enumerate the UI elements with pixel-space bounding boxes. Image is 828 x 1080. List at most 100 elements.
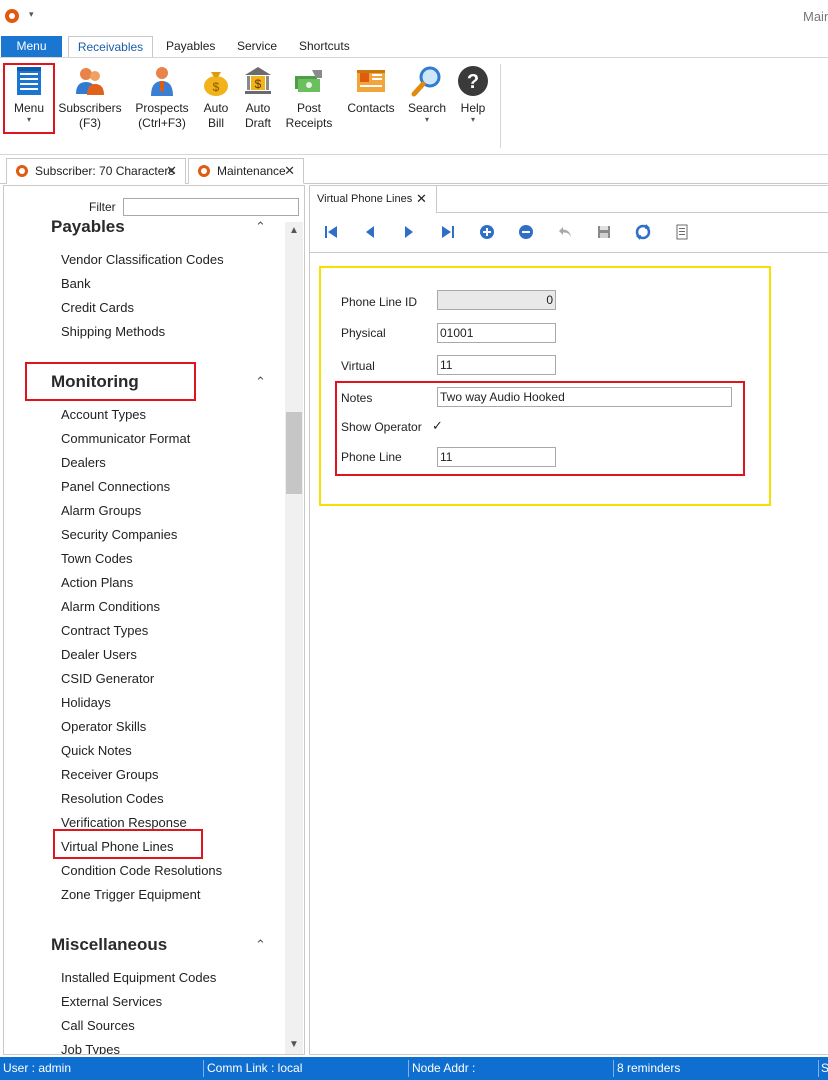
nav-item-panel-connections[interactable]: Panel Connections bbox=[61, 479, 170, 494]
chevron-up-icon[interactable]: ⌃ bbox=[255, 219, 266, 235]
nav-item-account-types[interactable]: Account Types bbox=[61, 407, 146, 422]
chevron-up-icon[interactable]: ⌃ bbox=[255, 937, 266, 953]
search-icon bbox=[410, 64, 444, 98]
undo-icon[interactable] bbox=[556, 223, 574, 241]
status-reminders[interactable]: 8 reminders bbox=[617, 1061, 680, 1075]
refresh-icon[interactable] bbox=[634, 223, 652, 241]
physical-field[interactable]: 01001 bbox=[437, 323, 556, 343]
auto-draft-button[interactable]: $ Auto Draft bbox=[240, 64, 276, 131]
ribbon-tab-bar: Menu Receivables Payables Service Shortc… bbox=[0, 35, 828, 58]
title-bar: ▾ Main bbox=[0, 0, 828, 34]
save-icon[interactable] bbox=[595, 223, 613, 241]
subscribers-button[interactable]: Subscribers (F3) bbox=[58, 64, 122, 131]
close-icon[interactable]: ✕ bbox=[416, 186, 427, 212]
svg-text:$: $ bbox=[213, 80, 220, 94]
auto-bill-button[interactable]: $ Auto Bill bbox=[198, 64, 234, 131]
nav-item-shipping-methods[interactable]: Shipping Methods bbox=[61, 324, 165, 339]
nav-item-resolution-codes[interactable]: Resolution Codes bbox=[61, 791, 164, 806]
help-label: Help bbox=[460, 101, 486, 115]
nav-item-call-sources[interactable]: Call Sources bbox=[61, 1018, 135, 1033]
nav-item-verification-response[interactable]: Verification Response bbox=[61, 815, 187, 830]
filter-input[interactable] bbox=[123, 198, 299, 216]
auto-draft-label-1: Auto bbox=[245, 101, 271, 115]
report-icon[interactable] bbox=[673, 223, 691, 241]
help-button[interactable]: ? Help ▾ bbox=[455, 64, 491, 124]
status-bar: User : admin Comm Link : local Node Addr… bbox=[0, 1057, 828, 1080]
nav-item-holidays[interactable]: Holidays bbox=[61, 695, 111, 710]
nav-item-dealer-users[interactable]: Dealer Users bbox=[61, 647, 137, 662]
status-user: User : admin bbox=[3, 1061, 72, 1075]
quick-access-dropdown-icon[interactable]: ▾ bbox=[29, 9, 34, 20]
nav-item-dealers[interactable]: Dealers bbox=[61, 455, 106, 470]
chevron-down-icon: ▾ bbox=[424, 115, 429, 124]
tab-maintenance-label: Maintenance bbox=[217, 164, 286, 178]
scroll-thumb[interactable] bbox=[286, 412, 302, 494]
document-tab-bar: Subscriber: 70 Characters ✕ Maintenance … bbox=[0, 155, 828, 184]
previous-record-icon[interactable] bbox=[361, 223, 379, 241]
nav-item-communicator-format[interactable]: Communicator Format bbox=[61, 431, 190, 446]
nav-list: Payables ⌃ Vendor Classification Codes B… bbox=[4, 186, 284, 1054]
show-operator-checkbox[interactable]: ✓ bbox=[432, 419, 444, 432]
search-button[interactable]: Search ▾ bbox=[406, 64, 448, 124]
delete-record-icon[interactable] bbox=[517, 223, 535, 241]
nav-item-job-types[interactable]: Job Types bbox=[61, 1042, 120, 1054]
tab-service[interactable]: Service bbox=[237, 39, 277, 53]
app-logo-icon bbox=[198, 165, 210, 177]
nav-item-vendor-classification-codes[interactable]: Vendor Classification Codes bbox=[61, 252, 224, 267]
add-record-icon[interactable] bbox=[478, 223, 496, 241]
close-icon[interactable]: ✕ bbox=[166, 159, 177, 183]
tab-menu[interactable]: Menu bbox=[1, 36, 62, 57]
nav-item-external-services[interactable]: External Services bbox=[61, 994, 162, 1009]
nav-item-credit-cards[interactable]: Credit Cards bbox=[61, 300, 134, 315]
virtual-field[interactable]: 11 bbox=[437, 355, 556, 375]
nav-item-receiver-groups[interactable]: Receiver Groups bbox=[61, 767, 159, 782]
post-receipts-button[interactable]: Post Receipts bbox=[284, 64, 334, 131]
section-header-miscellaneous[interactable]: Miscellaneous bbox=[51, 935, 167, 955]
nav-item-operator-skills[interactable]: Operator Skills bbox=[61, 719, 146, 734]
next-record-icon[interactable] bbox=[400, 223, 418, 241]
phone-line-id-label: Phone Line ID bbox=[341, 295, 418, 309]
scroll-up-icon[interactable]: ▲ bbox=[285, 222, 303, 240]
contacts-button[interactable]: Contacts bbox=[344, 64, 398, 116]
status-comm-link: Comm Link : local bbox=[207, 1061, 303, 1075]
tab-receivables[interactable]: Receivables bbox=[68, 36, 153, 58]
nav-item-installed-equipment-codes[interactable]: Installed Equipment Codes bbox=[61, 970, 216, 985]
first-record-icon[interactable] bbox=[322, 223, 340, 241]
nav-item-alarm-conditions[interactable]: Alarm Conditions bbox=[61, 599, 160, 614]
maintenance-nav-panel: Payables ⌃ Vendor Classification Codes B… bbox=[3, 185, 305, 1055]
tab-shortcuts[interactable]: Shortcuts bbox=[299, 39, 350, 53]
last-record-icon[interactable] bbox=[439, 223, 457, 241]
tab-payables[interactable]: Payables bbox=[166, 39, 215, 53]
tab-virtual-phone-lines[interactable]: Virtual Phone Lines ✕ bbox=[310, 186, 437, 213]
tab-subscriber-label: Subscriber: 70 Characters bbox=[35, 164, 175, 178]
close-icon[interactable]: ✕ bbox=[284, 159, 295, 183]
phone-line-id-field[interactable]: 0 bbox=[437, 290, 556, 310]
nav-item-security-companies[interactable]: Security Companies bbox=[61, 527, 177, 542]
scroll-down-icon[interactable]: ▼ bbox=[285, 1036, 303, 1054]
status-separator bbox=[613, 1060, 614, 1077]
nav-item-contract-types[interactable]: Contract Types bbox=[61, 623, 148, 638]
status-separator bbox=[818, 1060, 819, 1077]
app-logo-icon bbox=[16, 165, 28, 177]
tab-subscriber[interactable]: Subscriber: 70 Characters ✕ bbox=[6, 158, 186, 184]
nav-item-zone-trigger-equipment[interactable]: Zone Trigger Equipment bbox=[61, 887, 200, 902]
nav-item-action-plans[interactable]: Action Plans bbox=[61, 575, 133, 590]
app-logo-icon[interactable] bbox=[5, 9, 19, 23]
tab-maintenance[interactable]: Maintenance ✕ bbox=[188, 158, 304, 184]
phone-line-field[interactable]: 11 bbox=[437, 447, 556, 467]
nav-item-alarm-groups[interactable]: Alarm Groups bbox=[61, 503, 141, 518]
nav-item-quick-notes[interactable]: Quick Notes bbox=[61, 743, 132, 758]
section-header-payables[interactable]: Payables bbox=[51, 217, 125, 237]
nav-item-town-codes[interactable]: Town Codes bbox=[61, 551, 133, 566]
nav-item-condition-code-resolutions[interactable]: Condition Code Resolutions bbox=[61, 863, 222, 878]
nav-scrollbar[interactable]: ▲ ▼ bbox=[285, 222, 303, 1054]
notes-field[interactable]: Two way Audio Hooked bbox=[437, 387, 732, 407]
nav-item-bank[interactable]: Bank bbox=[61, 276, 91, 291]
chevron-up-icon[interactable]: ⌃ bbox=[255, 374, 266, 390]
auto-bill-label-1: Auto bbox=[203, 101, 229, 115]
prospects-button[interactable]: Prospects (Ctrl+F3) bbox=[132, 64, 192, 131]
status-separator bbox=[408, 1060, 409, 1077]
nav-item-csid-generator[interactable]: CSID Generator bbox=[61, 671, 154, 686]
subscribers-shortcut: (F3) bbox=[79, 116, 101, 130]
filter-label: Filter bbox=[89, 200, 116, 214]
